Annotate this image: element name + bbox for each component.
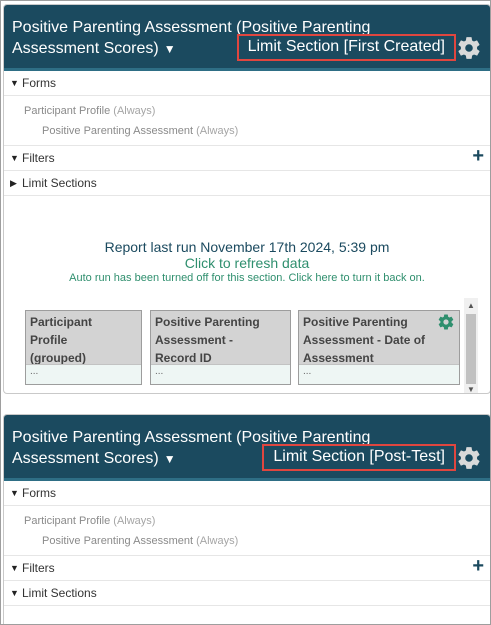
form-item: Positive Parenting Assessment (Always) xyxy=(4,531,490,551)
forms-toggle[interactable]: ▼ Forms xyxy=(4,71,490,96)
section-header: Positive Parenting Assessment (Positive … xyxy=(4,415,490,481)
form-item-note: (Always) xyxy=(113,515,156,527)
column-header-line: Positive Parenting xyxy=(155,315,260,329)
form-item: Participant Profile (Always) xyxy=(4,96,490,121)
limit-sections-toggle[interactable]: ▼ Limit Sections xyxy=(4,581,490,606)
scroll-down-icon[interactable]: ▼ xyxy=(464,384,478,393)
filters-label: Filters xyxy=(22,561,55,575)
column-header-line: Profile xyxy=(30,333,68,347)
column-header[interactable]: Positive Parenting Assessment - Date of … xyxy=(299,311,459,366)
forms-label: Forms xyxy=(22,76,56,90)
triangle-down-icon: ▼ xyxy=(10,153,19,163)
section-header: Positive Parenting Assessment (Positive … xyxy=(4,5,490,71)
report-grid: Participant Profile (grouped) ... Positi… xyxy=(4,298,490,393)
caret-down-icon[interactable]: ▼ xyxy=(164,449,176,470)
grid-column[interactable]: Positive Parenting Assessment - Record I… xyxy=(150,310,291,385)
grid-cell[interactable]: ... xyxy=(26,364,141,384)
limit-sections-label: Limit Sections xyxy=(22,176,97,190)
grid-cell[interactable]: ... xyxy=(299,364,459,384)
limit-sections-toggle[interactable]: ▶ Limit Sections xyxy=(4,171,490,196)
refresh-data-link[interactable]: Click to refresh data xyxy=(4,255,490,271)
form-item-note: (Always) xyxy=(196,125,239,137)
triangle-down-icon: ▼ xyxy=(10,78,19,88)
filters-toggle[interactable]: ▼ Filters + xyxy=(4,554,490,581)
scroll-up-icon[interactable]: ▲ xyxy=(464,300,478,312)
column-header-line: Assessment - Date of xyxy=(303,333,426,347)
form-item: Positive Parenting Assessment (Always) xyxy=(4,121,490,141)
form-item-name: Participant Profile xyxy=(24,515,111,527)
grid-column[interactable]: Positive Parenting Assessment - Date of … xyxy=(298,310,460,385)
autorun-notice-link[interactable]: Auto run has been turned off for this se… xyxy=(4,271,490,286)
column-header-line: Positive Parenting xyxy=(303,315,408,329)
report-section-panel-2: Positive Parenting Assessment (Positive … xyxy=(3,414,490,624)
column-header-line: Assessment - xyxy=(155,333,234,347)
forms-toggle[interactable]: ▼ Forms xyxy=(4,481,490,506)
column-header[interactable]: Participant Profile (grouped) xyxy=(26,311,141,366)
gear-icon[interactable] xyxy=(437,313,455,331)
form-item-name: Positive Parenting Assessment xyxy=(42,535,194,547)
forms-label: Forms xyxy=(22,486,56,500)
triangle-down-icon: ▼ xyxy=(10,563,19,573)
triangle-down-icon: ▼ xyxy=(10,588,19,598)
page-frame: Positive Parenting Assessment (Positive … xyxy=(0,0,491,625)
gear-icon[interactable] xyxy=(456,35,482,61)
report-section-panel-1: Positive Parenting Assessment (Positive … xyxy=(3,4,490,394)
limit-sections-label: Limit Sections xyxy=(22,586,97,600)
grid-column[interactable]: Participant Profile (grouped) ... xyxy=(25,310,142,385)
limit-section-label: Limit Section [Post-Test] xyxy=(262,444,456,471)
caret-down-icon[interactable]: ▼ xyxy=(164,39,176,60)
plus-icon[interactable]: + xyxy=(472,554,484,579)
gear-icon[interactable] xyxy=(456,445,482,471)
grid-cell[interactable]: ... xyxy=(151,364,290,384)
scroll-thumb[interactable] xyxy=(466,314,476,384)
triangle-down-icon: ▼ xyxy=(10,488,19,498)
form-item-name: Participant Profile xyxy=(24,105,111,117)
filters-label: Filters xyxy=(22,151,55,165)
form-item-note: (Always) xyxy=(196,535,239,547)
form-item-name: Positive Parenting Assessment xyxy=(42,125,194,137)
plus-icon[interactable]: + xyxy=(472,144,484,169)
form-item: Participant Profile (Always) xyxy=(4,506,490,531)
triangle-right-icon: ▶ xyxy=(10,178,17,188)
limit-section-label: Limit Section [First Created] xyxy=(236,34,456,61)
report-status: Report last run November 17th 2024, 5:39… xyxy=(4,239,490,286)
column-header[interactable]: Positive Parenting Assessment - Record I… xyxy=(151,311,290,366)
filters-toggle[interactable]: ▼ Filters + xyxy=(4,144,490,171)
report-last-run: Report last run November 17th 2024, 5:39… xyxy=(104,239,390,255)
form-item-note: (Always) xyxy=(113,105,156,117)
column-header-line: Participant xyxy=(30,315,93,329)
vertical-scrollbar[interactable]: ▲ ▼ xyxy=(464,298,478,393)
